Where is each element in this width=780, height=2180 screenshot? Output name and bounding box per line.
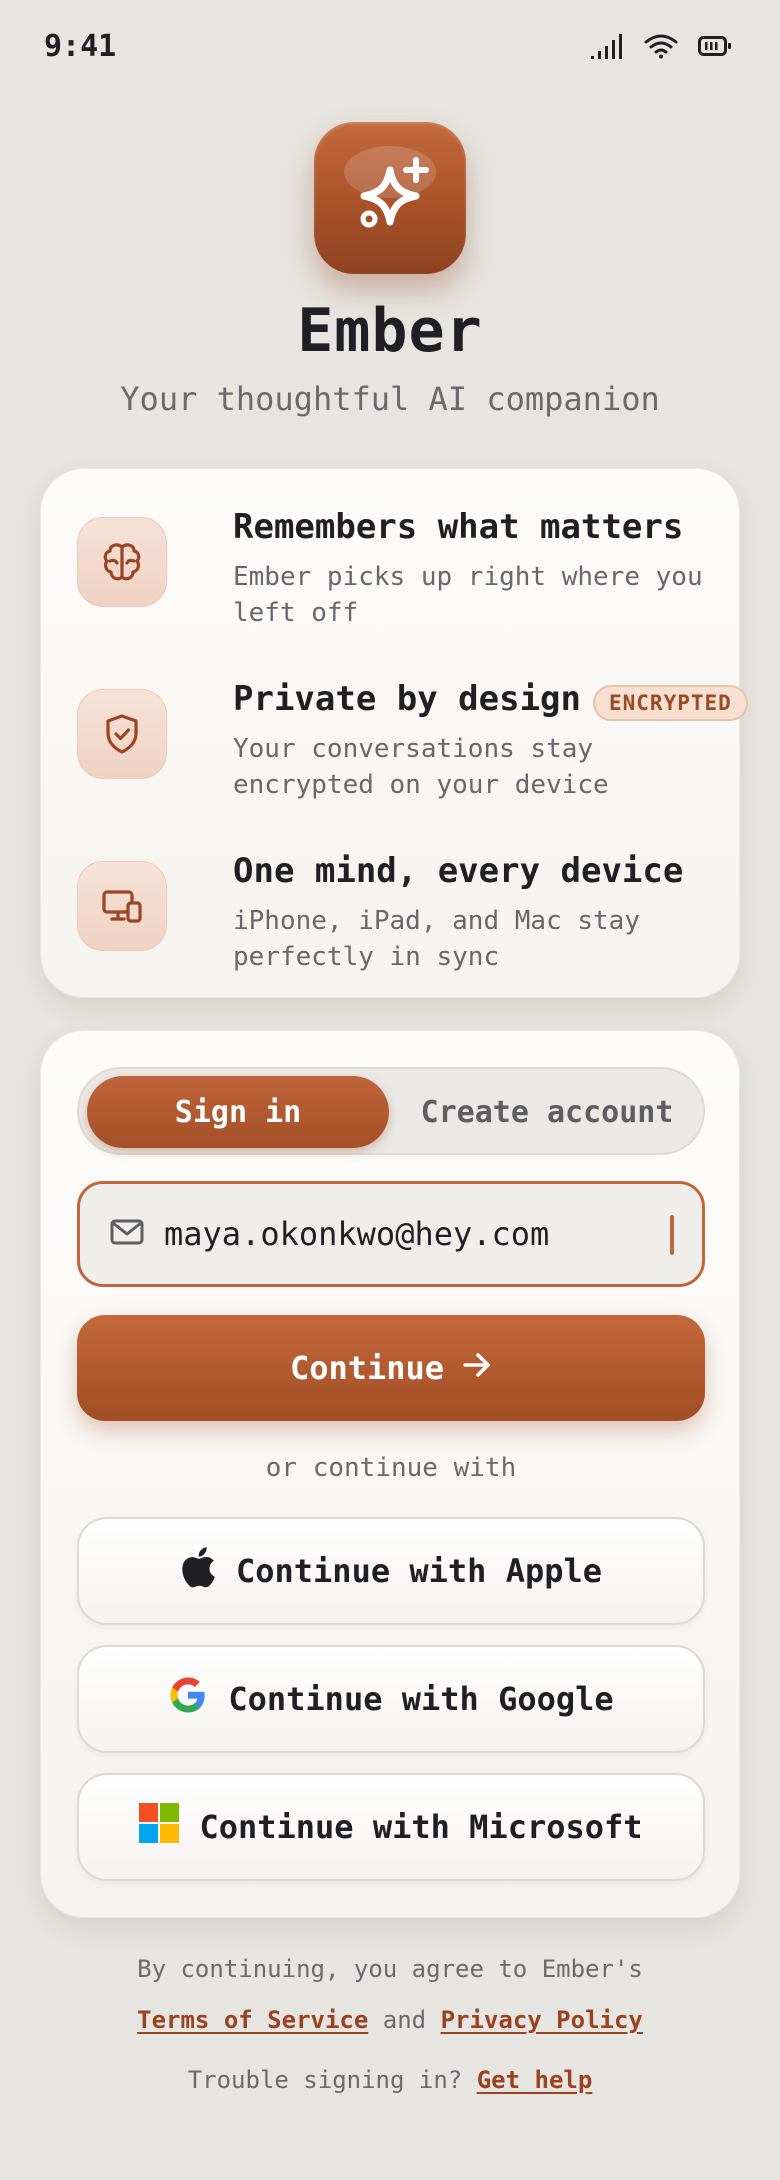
privacy-policy-link[interactable]: Privacy Policy (441, 2006, 643, 2034)
terms-of-service-link[interactable]: Terms of Service (137, 2006, 368, 2034)
google-icon (168, 1675, 208, 1723)
apple-icon (180, 1546, 216, 1596)
feature-description: Ember picks up right where you left off (233, 562, 703, 628)
feature-item: Remembers what matters Ember picks up ri… (77, 499, 717, 639)
text-cursor (670, 1215, 674, 1255)
legal-links: Terms of Service and Privacy Policy (0, 2006, 780, 2034)
auth-card: Sign in Create account maya.okonkwo@hey.… (40, 1030, 740, 1918)
status-time: 9:41 (44, 28, 117, 64)
status-icons (590, 32, 732, 60)
continue-button[interactable]: Continue (77, 1315, 705, 1421)
devices-icon (77, 861, 167, 951)
feature-title: One mind, every device (233, 851, 684, 891)
app-title: Ember (297, 296, 483, 366)
help-prefix: Trouble signing in? (187, 2066, 463, 2094)
wifi-icon (644, 33, 678, 59)
apple-button-label: Continue with Apple (235, 1552, 603, 1590)
microsoft-icon (139, 1803, 180, 1851)
legal-text: By continuing, you agree to Ember's (137, 1955, 643, 1983)
tab-sign-in[interactable]: Sign in (87, 1076, 389, 1148)
status-bar: 9:41 (0, 0, 780, 92)
google-button-label: Continue with Google (228, 1680, 614, 1718)
mail-icon (110, 1219, 144, 1249)
app-logo (314, 122, 466, 274)
microsoft-button-label: Continue with Microsoft (199, 1808, 643, 1846)
feature-item: Private by design ENCRYPTED Your convers… (77, 671, 748, 811)
brain-icon (77, 517, 167, 607)
email-field[interactable]: maya.okonkwo@hey.com (77, 1181, 705, 1287)
email-input-value[interactable]: maya.okonkwo@hey.com (164, 1215, 549, 1253)
continue-with-microsoft-button[interactable]: Continue with Microsoft (77, 1773, 705, 1881)
continue-button-label: Continue (289, 1349, 445, 1387)
features-card: Remembers what matters Ember picks up ri… (40, 468, 748, 998)
encrypted-badge: ENCRYPTED (593, 685, 748, 721)
continue-with-apple-button[interactable]: Continue with Apple (77, 1517, 705, 1625)
shield-check-icon (77, 689, 167, 779)
arrow-right-icon (462, 1349, 492, 1387)
continue-with-google-button[interactable]: Continue with Google (77, 1645, 705, 1753)
tab-create-account[interactable]: Create account (395, 1076, 699, 1148)
cellular-signal-icon (590, 32, 624, 60)
feature-title: Remembers what matters (233, 507, 684, 547)
battery-icon (698, 35, 732, 57)
feature-description: iPhone, iPad, and Mac stay perfectly in … (233, 906, 640, 972)
get-help-link[interactable]: Get help (477, 2066, 593, 2094)
feature-title: Private by design (233, 679, 581, 719)
app-subtitle: Your thoughtful AI companion (120, 380, 660, 418)
feature-item: One mind, every device iPhone, iPad, and… (77, 843, 717, 983)
divider-text: or continue with (265, 1453, 517, 1483)
auth-mode-toggle: Sign in Create account (77, 1067, 705, 1155)
feature-description: Your conversations stay encrypted on you… (233, 734, 609, 800)
legal-and: and (382, 2006, 427, 2034)
help-text: Trouble signing in? Get help (0, 2066, 780, 2094)
